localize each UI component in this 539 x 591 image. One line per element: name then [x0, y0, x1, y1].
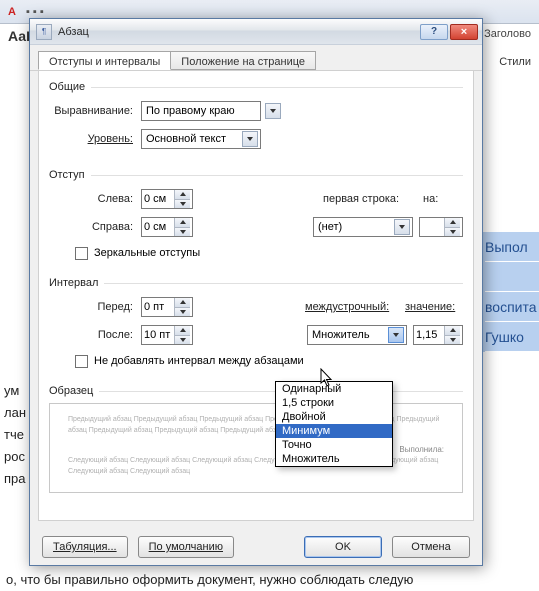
chevron-down-icon: [450, 230, 456, 234]
chevron-down-icon: [270, 109, 276, 113]
doc-highlighted-text: Выпол воспита Гушко: [481, 232, 539, 352]
linespacing-option[interactable]: Точно: [276, 438, 392, 452]
linespacing-option[interactable]: Множитель: [276, 452, 392, 466]
spin-down-button[interactable]: [174, 307, 190, 317]
alignment-dropdown-button[interactable]: [265, 103, 281, 119]
spin-up-button[interactable]: [174, 190, 190, 199]
spin-up-button[interactable]: [444, 326, 460, 335]
linespacing-dropdown-list[interactable]: Одинарный1,5 строкиДвойнойМинимумТочноМн…: [275, 381, 393, 467]
doc-left-text: ум лан тче рос пра: [4, 380, 26, 490]
linespacing-option[interactable]: Минимум: [276, 424, 392, 438]
spin-down-button[interactable]: [174, 227, 190, 237]
space-before-spinner[interactable]: [141, 297, 193, 317]
level-dropdown-button[interactable]: [242, 131, 258, 147]
chevron-down-icon: [180, 310, 186, 314]
indent-by-spinner[interactable]: [419, 217, 463, 237]
firstline-combo[interactable]: (нет): [313, 217, 413, 237]
linespacing-at-label: значение:: [405, 301, 463, 313]
close-button[interactable]: ×: [450, 24, 478, 40]
indent-right-label: Справа:: [49, 221, 141, 233]
dialog-title: Абзац: [58, 26, 418, 38]
alignment-label: Выравнивание:: [49, 105, 141, 117]
mirror-indents-checkbox[interactable]: [75, 247, 88, 260]
no-extra-space-label: Не добавлять интервал между абзацами: [94, 355, 304, 367]
default-button[interactable]: По умолчанию: [138, 536, 234, 558]
chevron-up-icon: [180, 328, 186, 332]
tabstrip: Отступы и интервалы Положение на страниц…: [30, 45, 482, 71]
doc-bottom-text: о, что бы правильно оформить документ, н…: [6, 572, 533, 587]
indent-by-input[interactable]: [420, 218, 444, 236]
tabs-button[interactable]: Табуляция...: [42, 536, 128, 558]
chevron-down-icon: [180, 338, 186, 342]
mirror-indents-label: Зеркальные отступы: [94, 247, 200, 259]
chevron-down-icon: [393, 333, 399, 337]
spin-up-button[interactable]: [444, 218, 460, 227]
tab-indents[interactable]: Отступы и интервалы: [38, 51, 171, 70]
spin-down-button[interactable]: [174, 335, 190, 345]
linespacing-at-input[interactable]: [414, 326, 444, 344]
indent-left-input[interactable]: [142, 190, 174, 208]
spin-up-button[interactable]: [174, 218, 190, 227]
indent-right-spinner[interactable]: [141, 217, 193, 237]
section-indent: Отступ: [49, 169, 463, 181]
space-after-input[interactable]: [142, 326, 174, 344]
indent-left-spinner[interactable]: [141, 189, 193, 209]
no-extra-space-checkbox[interactable]: [75, 355, 88, 368]
space-before-label: Перед:: [49, 301, 141, 313]
indent-right-input[interactable]: [142, 218, 174, 236]
linespacing-combo[interactable]: Множитель: [307, 325, 407, 345]
spin-down-button[interactable]: [444, 335, 460, 345]
section-sample: Образец: [49, 385, 463, 397]
styles-pane-label: Стили: [499, 56, 531, 68]
linespacing-option[interactable]: Одинарный: [276, 382, 392, 396]
sample-preview: Предыдущий абзац Предыдущий абзац Предыд…: [49, 403, 463, 493]
firstline-dropdown-button[interactable]: [394, 219, 410, 235]
level-combo[interactable]: Основной текст: [141, 129, 261, 149]
space-after-spinner[interactable]: [141, 325, 193, 345]
indent-left-label: Слева:: [49, 193, 141, 205]
help-button[interactable]: ?: [420, 24, 448, 40]
tab-position[interactable]: Положение на странице: [170, 51, 316, 70]
linespacing-option[interactable]: 1,5 строки: [276, 396, 392, 410]
alignment-combo[interactable]: По правому краю: [141, 101, 261, 121]
paragraph-dialog: ¶ Абзац ? × Отступы и интервалы Положени…: [29, 18, 483, 566]
tab-panel: Общие Выравнивание: По правому краю Уров…: [38, 71, 474, 521]
chevron-down-icon: [399, 225, 405, 229]
chevron-up-icon: [180, 192, 186, 196]
level-label: Уровень:: [49, 133, 141, 145]
chevron-down-icon: [247, 137, 253, 141]
linespacing-at-spinner[interactable]: [413, 325, 463, 345]
section-general: Общие: [49, 81, 463, 93]
spin-down-button[interactable]: [174, 199, 190, 209]
chevron-down-icon: [180, 230, 186, 234]
dialog-titlebar[interactable]: ¶ Абзац ? ×: [30, 19, 482, 45]
ok-button[interactable]: OK: [304, 536, 382, 558]
paragraph-icon: ¶: [36, 24, 52, 40]
linespacing-label: междустрочный:: [305, 301, 405, 313]
indent-by-label: на:: [423, 193, 463, 205]
dialog-button-bar: Табуляция... По умолчанию OK Отмена: [30, 529, 482, 565]
linespacing-option[interactable]: Двойной: [276, 410, 392, 424]
spin-down-button[interactable]: [444, 227, 460, 237]
space-before-input[interactable]: [142, 298, 174, 316]
firstline-label: первая строка:: [323, 193, 423, 205]
spin-up-button[interactable]: [174, 326, 190, 335]
chevron-down-icon: [180, 202, 186, 206]
chevron-up-icon: [450, 328, 456, 332]
chevron-up-icon: [180, 220, 186, 224]
cancel-button[interactable]: Отмена: [392, 536, 470, 558]
chevron-up-icon: [180, 300, 186, 304]
spin-up-button[interactable]: [174, 298, 190, 307]
section-spacing: Интервал: [49, 277, 463, 289]
space-after-label: После:: [49, 329, 141, 341]
chevron-up-icon: [450, 220, 456, 224]
chevron-down-icon: [450, 338, 456, 342]
linespacing-dropdown-button[interactable]: [388, 327, 404, 343]
